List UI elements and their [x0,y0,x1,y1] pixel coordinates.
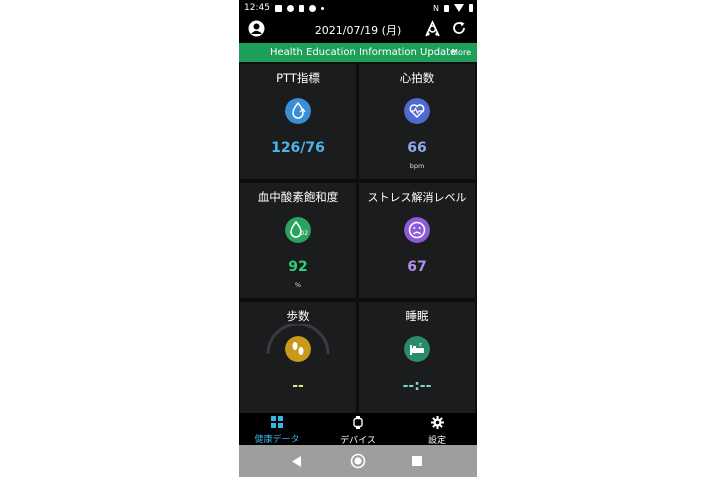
back-icon[interactable] [292,456,302,467]
oxygen-drop-icon: O2 [285,217,311,243]
header-bar: 2021/07/19 (月) [239,16,477,43]
bed-icon: z [404,336,430,362]
card-ptt[interactable]: PTT指標 126/76 [240,64,356,179]
card-title: ストレス解消レベル [367,191,467,204]
home-icon[interactable] [350,453,366,469]
footprints-icon [285,336,311,362]
tab-health-data[interactable]: 健康データ [247,416,307,445]
card-value: 92 [288,259,308,275]
svg-text:z: z [419,342,422,348]
card-unit: bpm [409,162,425,170]
youtube-icon [274,4,282,12]
more-notifications-icon [320,6,324,10]
card-value: -- [292,378,304,394]
tab-device[interactable]: デバイス [328,416,388,446]
info-banner[interactable]: Health Education Information Update More [239,43,477,62]
status-bar: 12:45 N [239,0,477,16]
card-value: 66 [407,140,427,156]
droplet-heart-icon [285,98,311,124]
sad-face-icon [404,217,430,243]
banner-message: Health Education Information Update [270,47,457,58]
card-sleep[interactable]: 睡眠 z --:-- [359,302,475,417]
notification-icon [286,4,294,12]
system-nav-bar [239,445,477,477]
watch-icon [353,416,363,429]
gear-icon [430,416,444,429]
refresh-icon[interactable] [451,20,467,36]
phone-screen: 12:45 N 2021/07/19 (月) Health Education … [239,0,477,477]
card-heart-rate[interactable]: 心拍数 66 bpm [359,64,475,179]
card-steps[interactable]: 歩数 -- [240,302,356,417]
recents-icon[interactable] [412,456,422,466]
phone-icon [298,4,304,12]
heart-pulse-icon [404,98,430,124]
card-title: 血中酸素飽和度 [257,190,339,204]
bottom-nav: 健康データ デバイス 設定 [239,413,477,446]
nfc-icon: N [433,3,439,13]
card-title: 睡眠 [405,309,429,323]
tab-settings[interactable]: 設定 [407,416,467,446]
card-title: 歩数 [286,309,310,323]
current-date[interactable]: 2021/07/19 (月) [239,22,477,38]
battery-icon [469,4,473,12]
tab-label: 健康データ [254,435,300,445]
card-stress[interactable]: ストレス解消レベル 67 [359,183,475,298]
health-grid: PTT指標 126/76 心拍数 66 bpm 血中酸素飽和度 O2 92 % … [239,64,477,417]
card-spo2[interactable]: 血中酸素飽和度 O2 92 % [240,183,356,298]
status-time: 12:45 [244,3,270,13]
wifi-icon [454,4,464,12]
card-title: PTT指標 [276,71,320,85]
grid-icon [271,416,283,428]
vibrate-icon [444,4,449,12]
settings-icon [308,4,316,12]
card-title: 心拍数 [399,71,435,85]
card-value: --:-- [402,378,432,394]
card-unit: % [294,281,302,289]
svg-text:O2: O2 [300,230,309,237]
banner-more-link[interactable]: More [451,48,471,57]
card-value: 126/76 [271,140,325,156]
sync-device-icon[interactable] [424,20,441,38]
card-value: 67 [407,259,427,275]
